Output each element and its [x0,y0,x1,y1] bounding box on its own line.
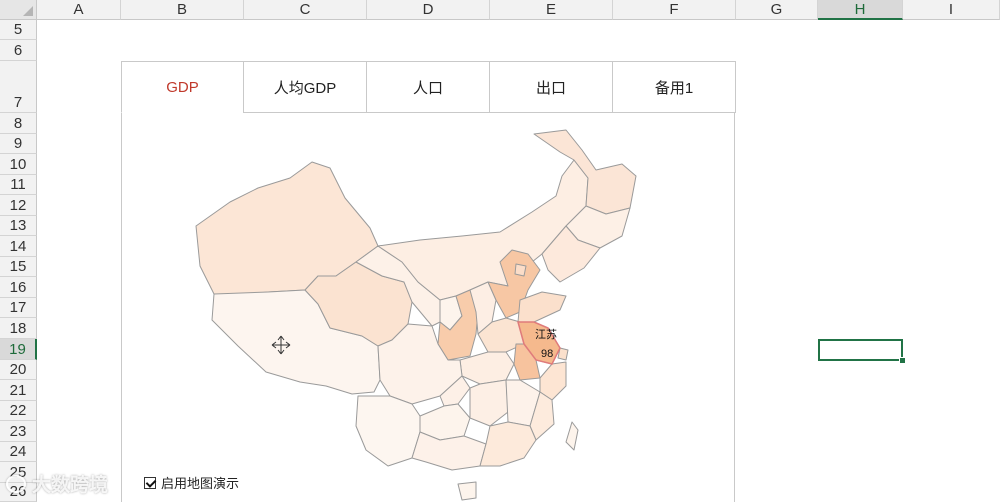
row-header-17[interactable]: 17 [0,298,37,318]
row-header-16[interactable]: 16 [0,277,37,298]
column-header-b[interactable]: B [121,0,244,20]
checkbox-check-icon[interactable] [144,476,156,489]
row-header-24[interactable]: 24 [0,442,37,462]
column-header-a[interactable]: A [37,0,121,20]
column-header-i[interactable]: I [903,0,1000,20]
region-shanghai[interactable] [557,347,569,361]
column-header-d[interactable]: D [367,0,490,20]
select-all-corner[interactable] [0,0,37,20]
map-demo-checkbox[interactable]: 启用地图演示 [144,473,239,492]
watermark: 大数跨境 [6,470,108,497]
row-header-5[interactable]: 5 [0,20,37,40]
row-header-19[interactable]: 19 [0,339,37,360]
column-header-f[interactable]: F [613,0,736,20]
column-header-g[interactable]: G [736,0,818,20]
tab-export[interactable]: 出口 [489,61,613,113]
row-header-10[interactable]: 10 [0,154,37,175]
row-header-15[interactable]: 15 [0,257,37,277]
row-header-7[interactable]: 7 [0,61,37,113]
row-header-18[interactable]: 18 [0,318,37,339]
column-header-c[interactable]: C [244,0,367,20]
tab-population[interactable]: 人口 [366,61,490,113]
row-header-13[interactable]: 13 [0,216,37,236]
column-header-h[interactable]: H [818,0,903,20]
row-header-9[interactable]: 9 [0,134,37,154]
region-beijing[interactable] [514,263,527,277]
row-header-8[interactable]: 8 [0,113,37,134]
column-header-e[interactable]: E [490,0,613,20]
tab-gdp[interactable]: GDP [121,61,244,113]
row-header-12[interactable]: 12 [0,195,37,216]
watermark-logo-icon [6,474,26,493]
row-header-22[interactable]: 22 [0,401,37,421]
row-header-21[interactable]: 21 [0,380,37,401]
row-header-14[interactable]: 14 [0,236,37,257]
selected-cell-h19[interactable] [818,339,903,361]
row-header-20[interactable]: 20 [0,360,37,380]
tab-gdp-per-capita[interactable]: 人均GDP [243,61,367,113]
row-header-11[interactable]: 11 [0,175,37,195]
map-demo-checkbox-label: 启用地图演示 [161,476,240,491]
tab-spare-1[interactable]: 备用1 [612,61,736,113]
row-header-6[interactable]: 6 [0,40,37,61]
select-all-triangle-icon [23,6,33,16]
watermark-text: 大数跨境 [32,475,109,496]
fill-handle[interactable] [899,357,906,364]
row-header-23[interactable]: 23 [0,421,37,442]
